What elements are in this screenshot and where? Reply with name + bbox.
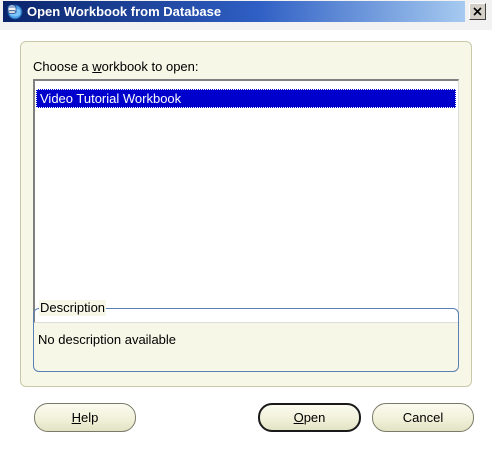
title-bar[interactable]: Open Workbook from Database [0,0,492,30]
window-title: Open Workbook from Database [27,4,222,19]
open-button[interactable]: Open [258,403,361,432]
choose-workbook-label: Choose a workbook to open: [33,59,199,74]
cancel-button[interactable]: Cancel [372,403,474,432]
close-button[interactable] [469,3,486,20]
close-icon [473,7,482,16]
description-legend: Description [39,300,107,316]
workbook-panel: Choose a workbook to open: Video Tutoria… [20,41,472,387]
help-button[interactable]: Help [34,403,136,432]
open-workbook-dialog: Open Workbook from Database Choose a wor… [0,0,492,449]
description-group: Description No description available [33,300,459,372]
description-text: No description available [38,332,177,347]
title-bar-caption[interactable]: Open Workbook from Database [3,1,465,22]
database-globe-icon [6,3,23,20]
workbook-listbox[interactable]: Video Tutorial Workbook [33,79,459,323]
list-item[interactable]: Video Tutorial Workbook [36,89,456,108]
